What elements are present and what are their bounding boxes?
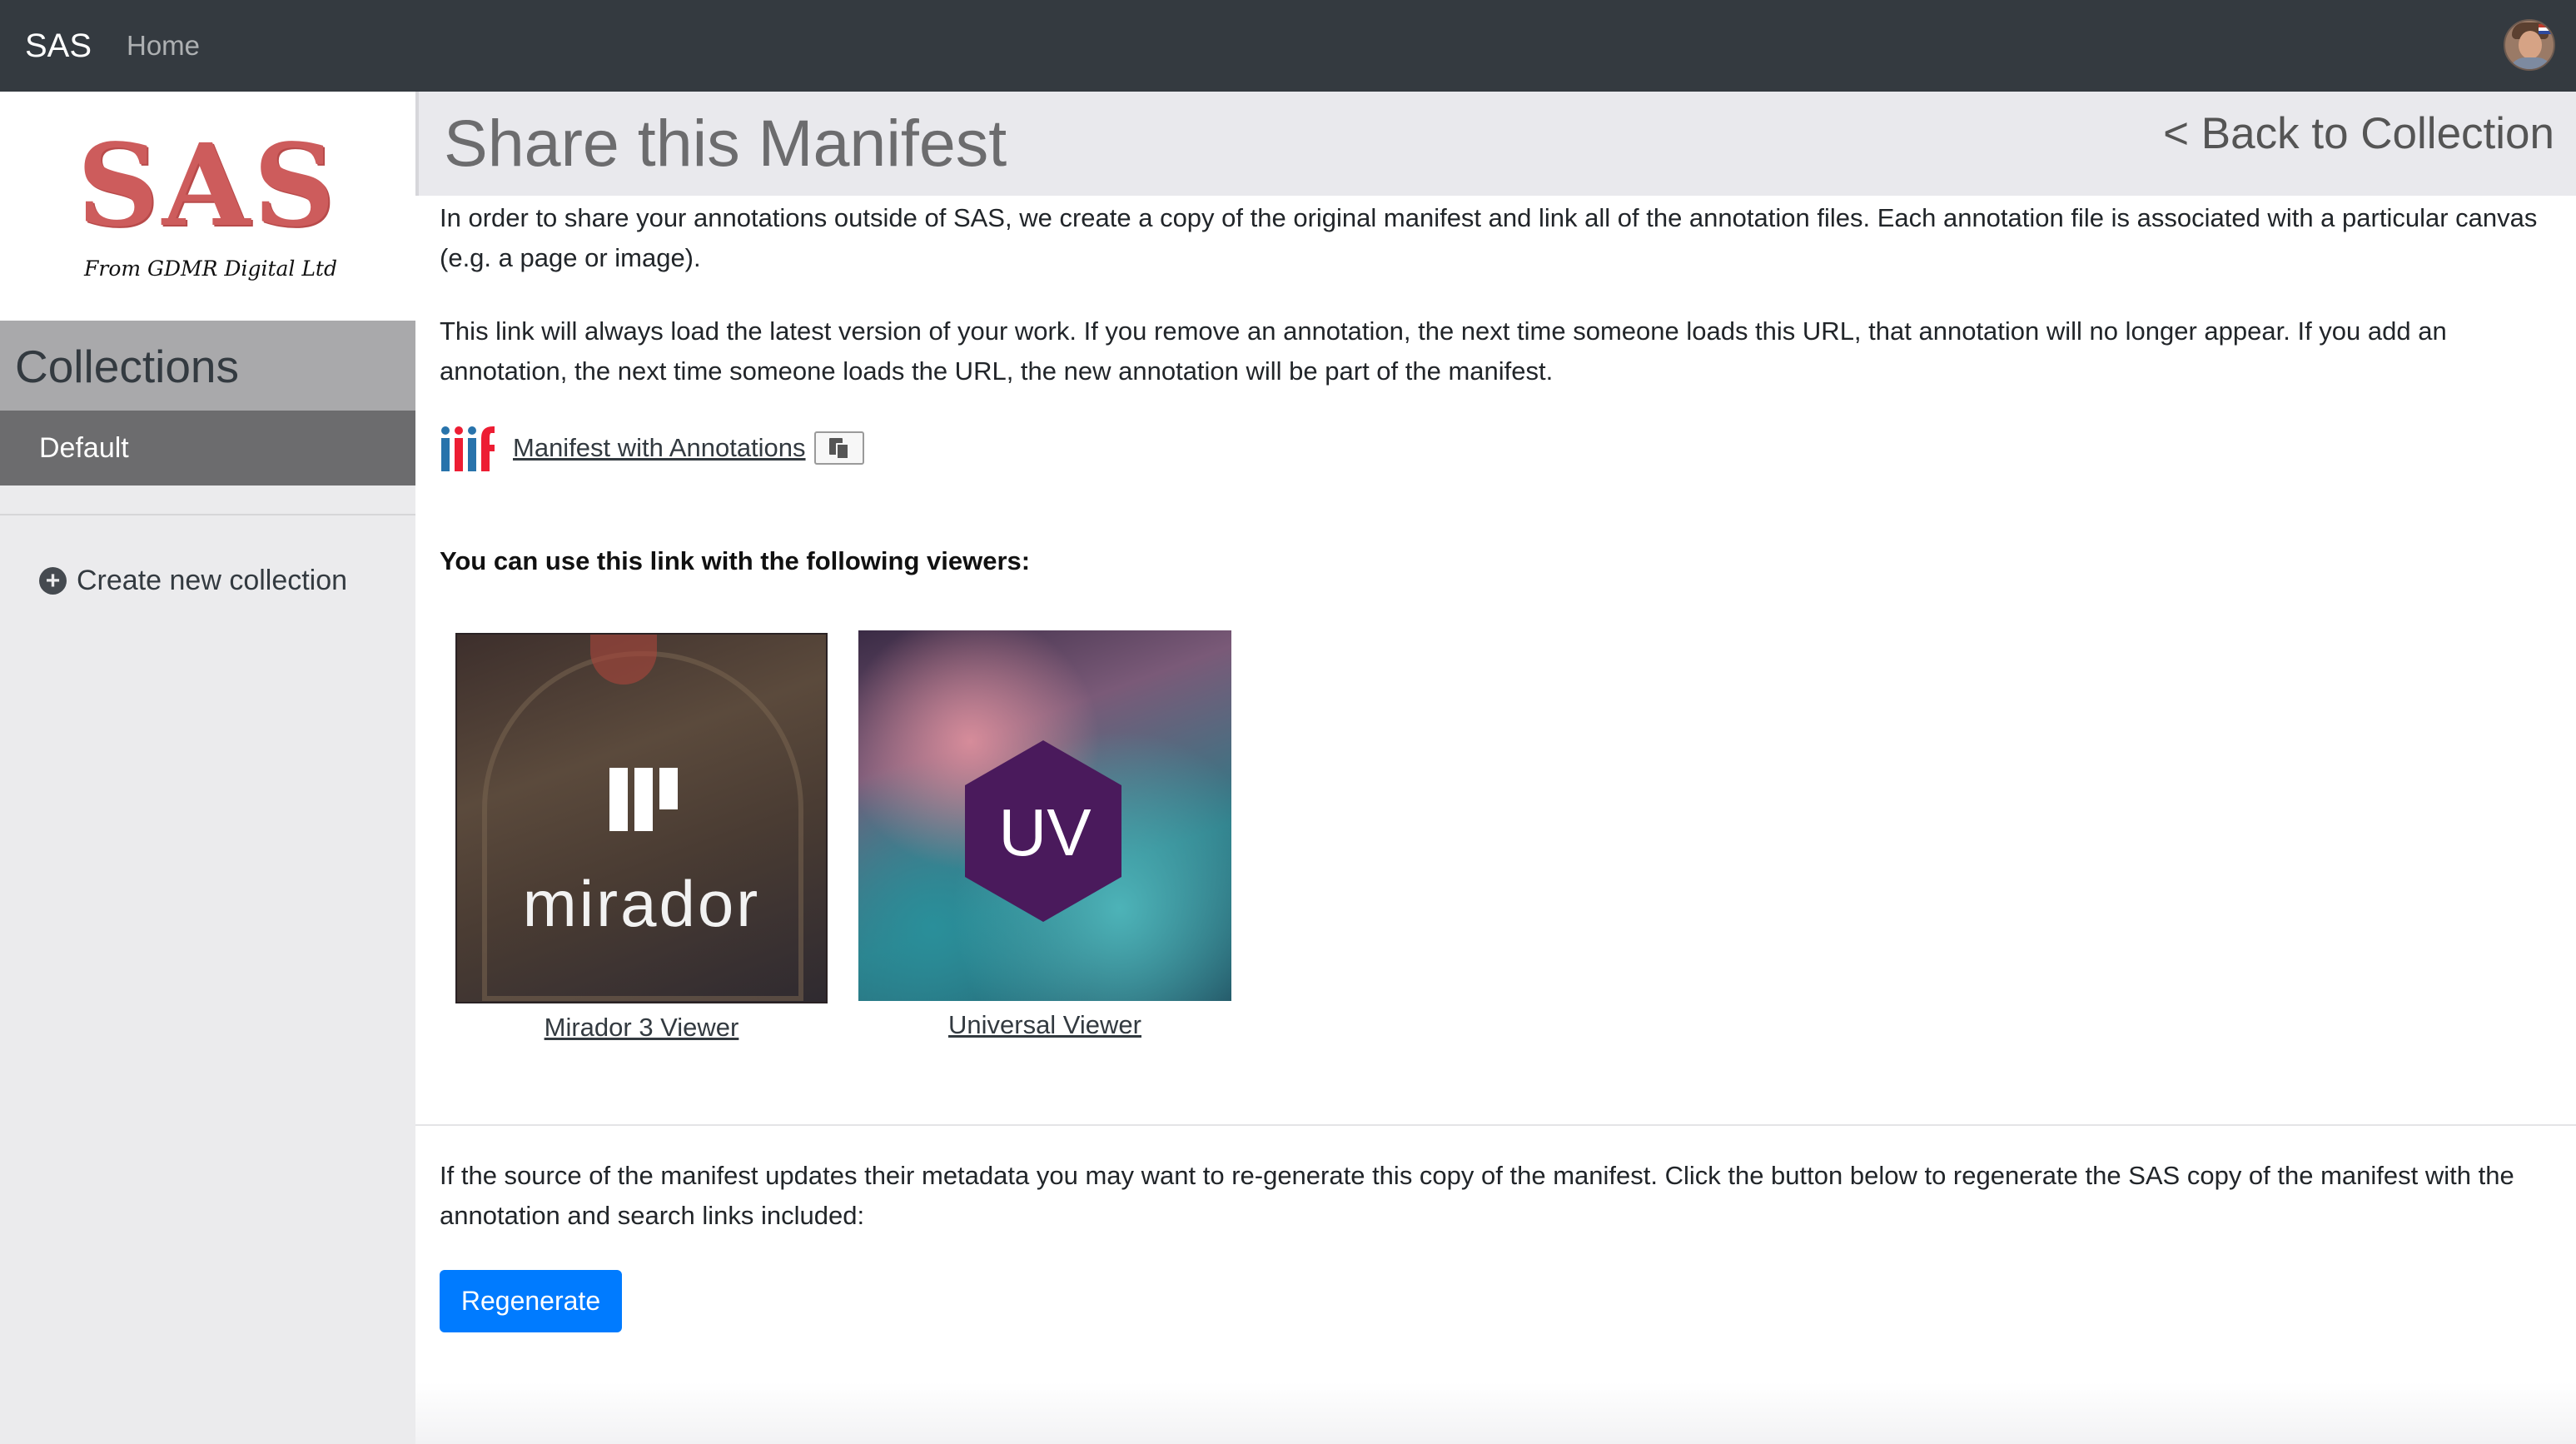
user-avatar-icon[interactable] — [2504, 19, 2555, 71]
sidebar-item-label: Default — [39, 432, 129, 464]
logo-text: SAS — [77, 119, 339, 252]
manifest-with-annotations-link[interactable]: Manifest with Annotations — [513, 430, 806, 466]
navbar-brand[interactable]: SAS — [25, 24, 92, 67]
mirador-viewer-link[interactable]: Mirador 3 Viewer — [455, 1008, 828, 1047]
universal-viewer-card: UV Universal Viewer — [858, 630, 1231, 1044]
page-title: Share this Manifest — [444, 106, 1007, 180]
content-divider — [415, 1124, 2576, 1126]
uv-logo-text: UV — [998, 795, 1092, 869]
universal-viewer-link[interactable]: Universal Viewer — [858, 1006, 1231, 1044]
latest-version-paragraph: This link will always load the latest ve… — [440, 316, 2447, 386]
create-collection-link[interactable]: + Create new collection — [39, 562, 347, 599]
mirador-viewer-card: mirador Mirador 3 Viewer — [455, 633, 828, 1047]
top-navbar: SAS Home — [0, 0, 2576, 92]
sidebar: SAS From GDMR Digital Ltd Collections De… — [0, 92, 415, 1444]
page-header: Share this Manifest < Back to Collection — [415, 92, 2576, 196]
regenerate-button[interactable]: Regenerate — [440, 1270, 622, 1332]
mirador-logo-text: mirador — [522, 867, 761, 940]
sidebar-item-default[interactable]: Default — [0, 411, 415, 485]
iiif-logo-icon — [441, 426, 495, 471]
collections-header: Collections — [0, 321, 415, 411]
mirador-viewer-image[interactable]: mirador — [455, 633, 828, 1003]
copy-link-button[interactable] — [813, 431, 864, 465]
mirador-logo-icon — [609, 768, 678, 831]
collections-title: Collections — [15, 341, 240, 392]
nav-home-link[interactable]: Home — [127, 27, 200, 65]
universal-viewer-image[interactable]: UV — [858, 630, 1231, 1001]
intro-paragraph: In order to share your annotations outsi… — [440, 203, 2538, 272]
create-collection-label: Create new collection — [77, 565, 348, 596]
plus-circle-icon: + — [39, 566, 67, 595]
sidebar-divider — [0, 514, 415, 515]
bottom-fade — [415, 1382, 2576, 1444]
logo-subtitle: From GDMR Digital Ltd — [84, 256, 337, 281]
regenerate-paragraph: If the source of the manifest updates th… — [440, 1161, 2514, 1230]
manifest-link-row: Manifest with Annotations — [440, 423, 864, 473]
viewers-heading: You can use this link with the following… — [440, 546, 1031, 575]
back-to-collection-link[interactable]: < Back to Collection — [2163, 107, 2554, 162]
sas-logo[interactable]: SAS From GDMR Digital Ltd — [0, 92, 415, 321]
